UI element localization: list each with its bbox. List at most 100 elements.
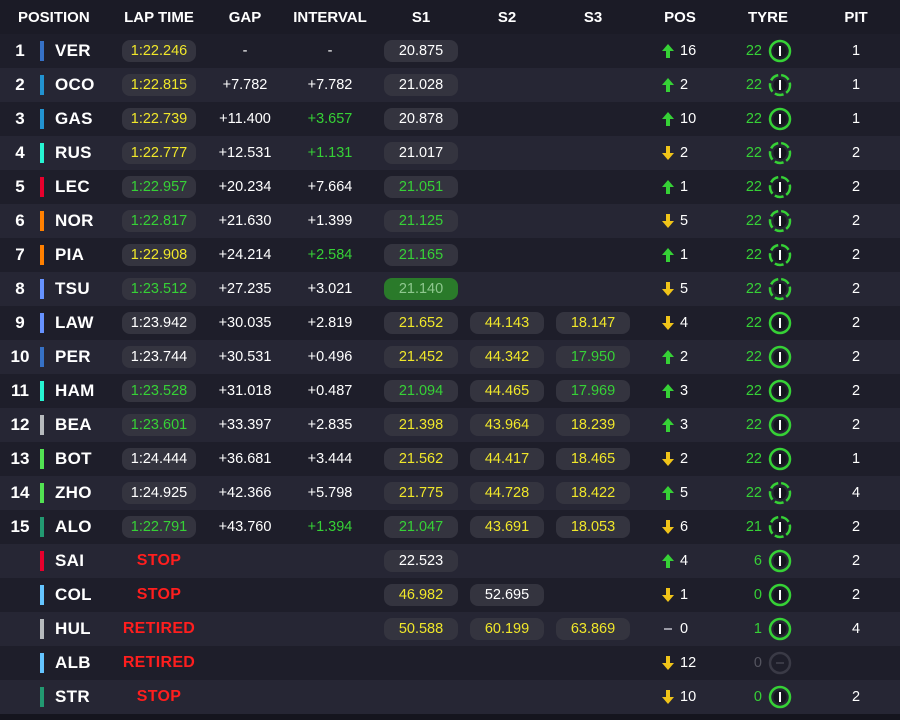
pit-stops: 2 <box>851 281 861 297</box>
lap-time-cell: STOP <box>110 586 208 604</box>
position-change: 2 <box>680 145 689 161</box>
s3-cell <box>550 247 636 264</box>
table-row[interactable]: 11 HAM 1:23.528 +31.018 +0.487 21.094 44… <box>0 374 900 408</box>
lap-time-cell: 1:22.791 <box>110 516 208 538</box>
header-interval[interactable]: INTERVAL <box>282 9 378 26</box>
status-label: STOP <box>136 688 182 705</box>
lap-time-cell: 1:24.925 <box>110 482 208 504</box>
header-pos[interactable]: POS <box>636 9 724 26</box>
table-row[interactable]: COL STOP 46.982 52.695 1 0 2 <box>0 578 900 612</box>
table-row[interactable]: 14 ZHO 1:24.925 +42.366 +5.798 21.775 44… <box>0 476 900 510</box>
table-row[interactable]: 8 TSU 1:23.512 +27.235 +3.021 21.140 5 2… <box>0 272 900 306</box>
position-number: 12 <box>10 415 30 434</box>
table-row[interactable]: 2 OCO 1:22.815 +7.782 +7.782 21.028 2 22… <box>0 68 900 102</box>
arrow-up-icon <box>660 43 676 59</box>
tyre-age: 22 <box>745 77 762 93</box>
table-row[interactable]: 10 PER 1:23.744 +30.531 +0.496 21.452 44… <box>0 340 900 374</box>
position-cell: 10 PER <box>0 340 110 374</box>
team-color-bar <box>40 585 44 605</box>
position-cell: STR <box>0 680 110 714</box>
header-gap[interactable]: GAP <box>208 9 282 26</box>
s1-cell: 21.017 <box>378 142 464 164</box>
pit-stops: 2 <box>851 553 861 569</box>
s2-cell: 60.199 <box>464 618 550 640</box>
tyre-age: 22 <box>745 247 762 263</box>
sector-s2 <box>470 696 544 702</box>
table-row[interactable]: 15 ALO 1:22.791 +43.760 +1.394 21.047 43… <box>0 510 900 544</box>
table-row[interactable]: STR STOP 10 0 2 <box>0 680 900 714</box>
position-cell: 4 RUS <box>0 136 110 170</box>
sector-s1: 46.982 <box>384 584 458 606</box>
table-row[interactable]: 13 BOT 1:24.444 +36.681 +3.444 21.562 44… <box>0 442 900 476</box>
tyre-cell: 22 <box>724 413 812 437</box>
header-s3[interactable]: S3 <box>550 9 636 26</box>
pit-stops: 2 <box>851 179 861 195</box>
header-tyre[interactable]: TYRE <box>724 9 812 26</box>
lap-time-cell: 1:22.739 <box>110 108 208 130</box>
interval-value: +1.131 <box>307 145 353 161</box>
header-position[interactable]: POSITION <box>0 9 110 26</box>
pit-stops: 2 <box>851 689 861 705</box>
driver-code: COL <box>55 585 92 604</box>
table-row[interactable]: ALB RETIRED 12 0 <box>0 646 900 680</box>
s3-cell: 18.422 <box>550 482 636 504</box>
table-row[interactable]: 6 NOR 1:22.817 +21.630 +1.399 21.125 5 2… <box>0 204 900 238</box>
position-change: 1 <box>680 179 689 195</box>
arrow-down-icon <box>660 145 676 161</box>
s1-cell: 21.047 <box>378 516 464 538</box>
interval-value: +3.021 <box>307 281 353 297</box>
sector-s2: 44.417 <box>470 448 544 470</box>
s3-cell: 18.239 <box>550 414 636 436</box>
table-row[interactable]: HUL RETIRED 50.588 60.199 63.869 0 1 4 <box>0 612 900 646</box>
table-row[interactable]: 1 VER 1:22.246 - - 20.875 16 22 1 <box>0 34 900 68</box>
s2-cell <box>464 145 550 162</box>
sector-s2 <box>470 50 544 56</box>
lap-time-cell: RETIRED <box>110 654 208 672</box>
pit-stops: 2 <box>851 213 861 229</box>
sector-s3: 18.422 <box>556 482 630 504</box>
s2-cell <box>464 43 550 60</box>
position-change-cell: 3 <box>636 417 724 433</box>
header-s2[interactable]: S2 <box>464 9 550 26</box>
arrow-down-icon <box>660 315 676 331</box>
s2-cell <box>464 111 550 128</box>
sector-s1: 21.165 <box>384 244 458 266</box>
header-s1[interactable]: S1 <box>378 9 464 26</box>
team-color-bar <box>40 415 44 435</box>
table-row[interactable]: 5 LEC 1:22.957 +20.234 +7.664 21.051 1 2… <box>0 170 900 204</box>
position-change: 6 <box>680 519 689 535</box>
medium-tyre-icon <box>768 583 792 607</box>
sector-s3 <box>556 118 630 124</box>
position-change: 5 <box>680 485 689 501</box>
s1-cell: 21.125 <box>378 210 464 232</box>
table-row[interactable]: 3 GAS 1:22.739 +11.400 +3.657 20.878 10 … <box>0 102 900 136</box>
table-row[interactable]: 4 RUS 1:22.777 +12.531 +1.131 21.017 2 2… <box>0 136 900 170</box>
header-pit[interactable]: PIT <box>812 9 900 26</box>
s3-cell <box>550 77 636 94</box>
table-row[interactable]: 9 LAW 1:23.942 +30.035 +2.819 21.652 44.… <box>0 306 900 340</box>
sector-s3: 17.969 <box>556 380 630 402</box>
table-row[interactable]: 7 PIA 1:22.908 +24.214 +2.584 21.165 1 2… <box>0 238 900 272</box>
arrow-up-icon <box>660 417 676 433</box>
s2-cell <box>464 689 550 706</box>
sector-s2 <box>470 152 544 158</box>
team-color-bar <box>40 211 44 231</box>
sector-s1: 50.588 <box>384 618 458 640</box>
gap-value: +27.235 <box>218 281 272 297</box>
interval-value: +5.798 <box>307 485 353 501</box>
position-number: 7 <box>15 245 25 264</box>
tyre-cell: 0 <box>724 651 812 675</box>
table-row[interactable]: SAI STOP 22.523 4 6 2 <box>0 544 900 578</box>
status-label: STOP <box>136 586 182 603</box>
interval-value: +1.394 <box>307 519 353 535</box>
team-color-bar <box>40 313 44 333</box>
s3-cell <box>550 145 636 162</box>
pit-stops: 2 <box>851 383 861 399</box>
used-tyre-icon <box>768 209 792 233</box>
lap-time: 1:23.744 <box>122 346 196 368</box>
header-lap-time[interactable]: LAP TIME <box>110 9 208 26</box>
sector-s1: 21.775 <box>384 482 458 504</box>
table-row[interactable]: 12 BEA 1:23.601 +33.397 +2.835 21.398 43… <box>0 408 900 442</box>
interval-value: +3.657 <box>307 111 353 127</box>
position-number: 1 <box>15 41 25 60</box>
